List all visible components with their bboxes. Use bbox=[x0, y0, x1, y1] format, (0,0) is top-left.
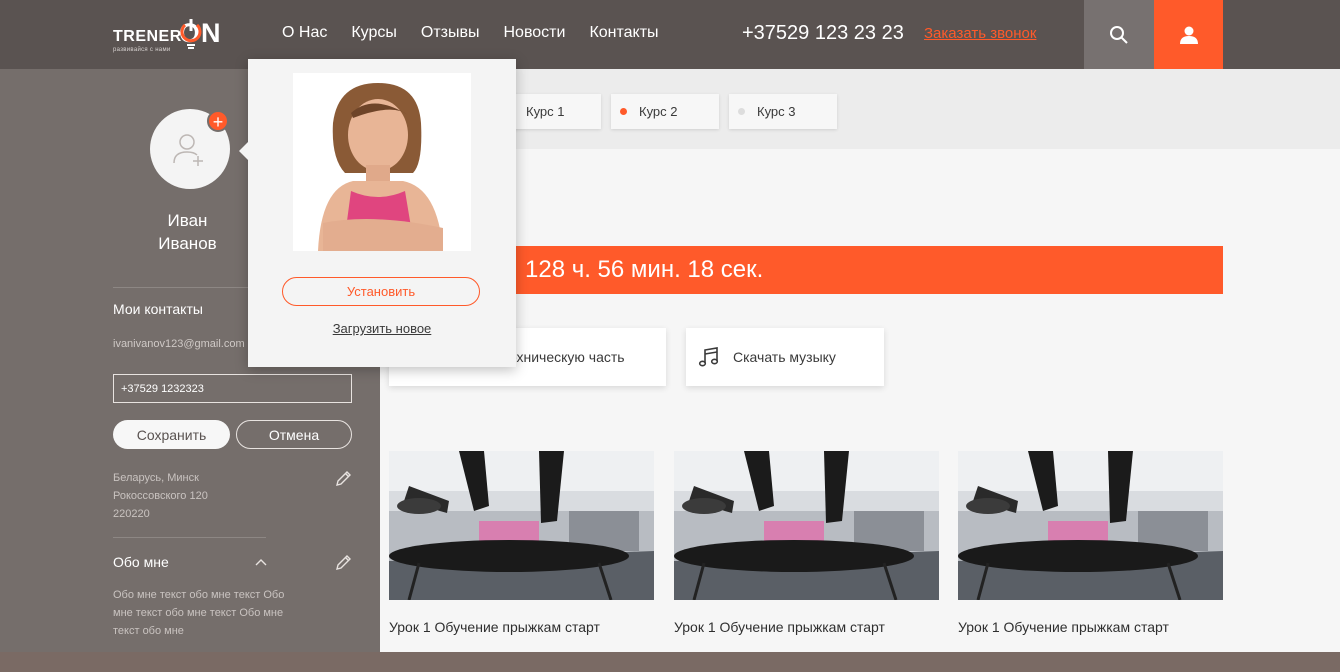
tab-course-2[interactable]: Курс 2 bbox=[611, 94, 719, 129]
tab-dot bbox=[738, 108, 745, 115]
nav-reviews[interactable]: Отзывы bbox=[421, 24, 480, 42]
address: Беларусь, Минск Рокоссовского 120 220220 bbox=[113, 469, 208, 523]
avatar-photo-preview bbox=[293, 73, 471, 251]
video-preview-image bbox=[958, 451, 1223, 600]
address-line: Рокоссовского 120 bbox=[113, 490, 208, 502]
tab-label: Курс 1 bbox=[526, 104, 565, 119]
chevron-up-icon[interactable] bbox=[254, 557, 268, 567]
video-thumbnail[interactable] bbox=[958, 451, 1223, 600]
search-button[interactable] bbox=[1084, 0, 1154, 69]
download-music-label: Скачать музыку bbox=[733, 349, 836, 365]
video-title[interactable]: Урок 1 Обучение прыжкам старт bbox=[389, 619, 600, 635]
email-text: ivanivanov123@gmail.com bbox=[113, 338, 245, 350]
user-name: Иван Иванов bbox=[110, 209, 265, 255]
user-button[interactable] bbox=[1154, 0, 1223, 69]
nav-about[interactable]: О Нас bbox=[282, 24, 327, 42]
edit-address-icon[interactable] bbox=[335, 469, 353, 487]
phone-field[interactable] bbox=[113, 374, 352, 403]
address-line: Беларусь, Минск bbox=[113, 472, 199, 484]
tab-label: Курс 3 bbox=[757, 104, 796, 119]
logo-tagline: развивайся с нами bbox=[113, 47, 171, 53]
tab-course-3[interactable]: Курс 3 bbox=[729, 94, 837, 129]
save-button[interactable]: Сохранить bbox=[113, 420, 230, 449]
power-icon bbox=[180, 19, 202, 49]
popup-arrow bbox=[239, 142, 248, 160]
nav-courses[interactable]: Курсы bbox=[351, 24, 397, 42]
header: TRENER ON развивайся с нами О Нас Курсы … bbox=[0, 0, 1340, 69]
video-title[interactable]: Урок 1 Обучение прыжкам старт bbox=[674, 619, 885, 635]
user-icon bbox=[1179, 26, 1198, 44]
bottom-strip bbox=[0, 652, 1340, 672]
video-thumbnail[interactable] bbox=[389, 451, 654, 600]
tab-label: Курс 2 bbox=[639, 104, 678, 119]
divider bbox=[113, 287, 266, 288]
address-line: 220220 bbox=[113, 508, 150, 520]
main-nav: О Нас Курсы Отзывы Новости Контакты bbox=[282, 24, 659, 42]
music-note-icon bbox=[698, 347, 719, 367]
video-title[interactable]: Урок 1 Обучение прыжкам старт bbox=[958, 619, 1169, 635]
video-preview-image bbox=[389, 451, 654, 600]
download-music-button[interactable]: Скачать музыку bbox=[686, 328, 884, 386]
about-title: Обо мне bbox=[113, 554, 169, 570]
nav-contacts[interactable]: Контакты bbox=[589, 24, 658, 42]
add-user-icon bbox=[173, 134, 203, 166]
edit-about-icon[interactable] bbox=[335, 553, 353, 571]
about-text: Обо мне текст обо мне текст Обо мне текс… bbox=[113, 589, 285, 637]
trainer-photo bbox=[293, 73, 471, 251]
avatar-popup: Установить Загрузить новое bbox=[239, 59, 516, 367]
user-last-name: Иванов bbox=[158, 234, 217, 253]
download-tech-label: ехническую часть bbox=[509, 349, 625, 365]
logo-text: TRENER bbox=[113, 28, 182, 45]
logo[interactable]: TRENER ON развивайся с нами bbox=[113, 14, 243, 58]
set-photo-button[interactable]: Установить bbox=[282, 277, 480, 306]
video-thumbnail[interactable] bbox=[674, 451, 939, 600]
tab-dot bbox=[620, 108, 627, 115]
add-photo-icon[interactable]: + bbox=[207, 110, 229, 132]
video-preview-image bbox=[674, 451, 939, 600]
divider bbox=[113, 537, 266, 538]
header-phone[interactable]: +37529 123 23 23 bbox=[742, 22, 904, 45]
search-icon bbox=[1110, 25, 1128, 44]
cancel-button[interactable]: Отмена bbox=[236, 420, 352, 449]
contacts-title: Мои контакты bbox=[113, 301, 203, 317]
nav-news[interactable]: Новости bbox=[504, 24, 566, 42]
upload-new-link[interactable]: Загрузить новое bbox=[248, 321, 516, 336]
user-first-name: Иван bbox=[167, 211, 208, 230]
callback-link[interactable]: Заказать звонок bbox=[924, 25, 1036, 42]
